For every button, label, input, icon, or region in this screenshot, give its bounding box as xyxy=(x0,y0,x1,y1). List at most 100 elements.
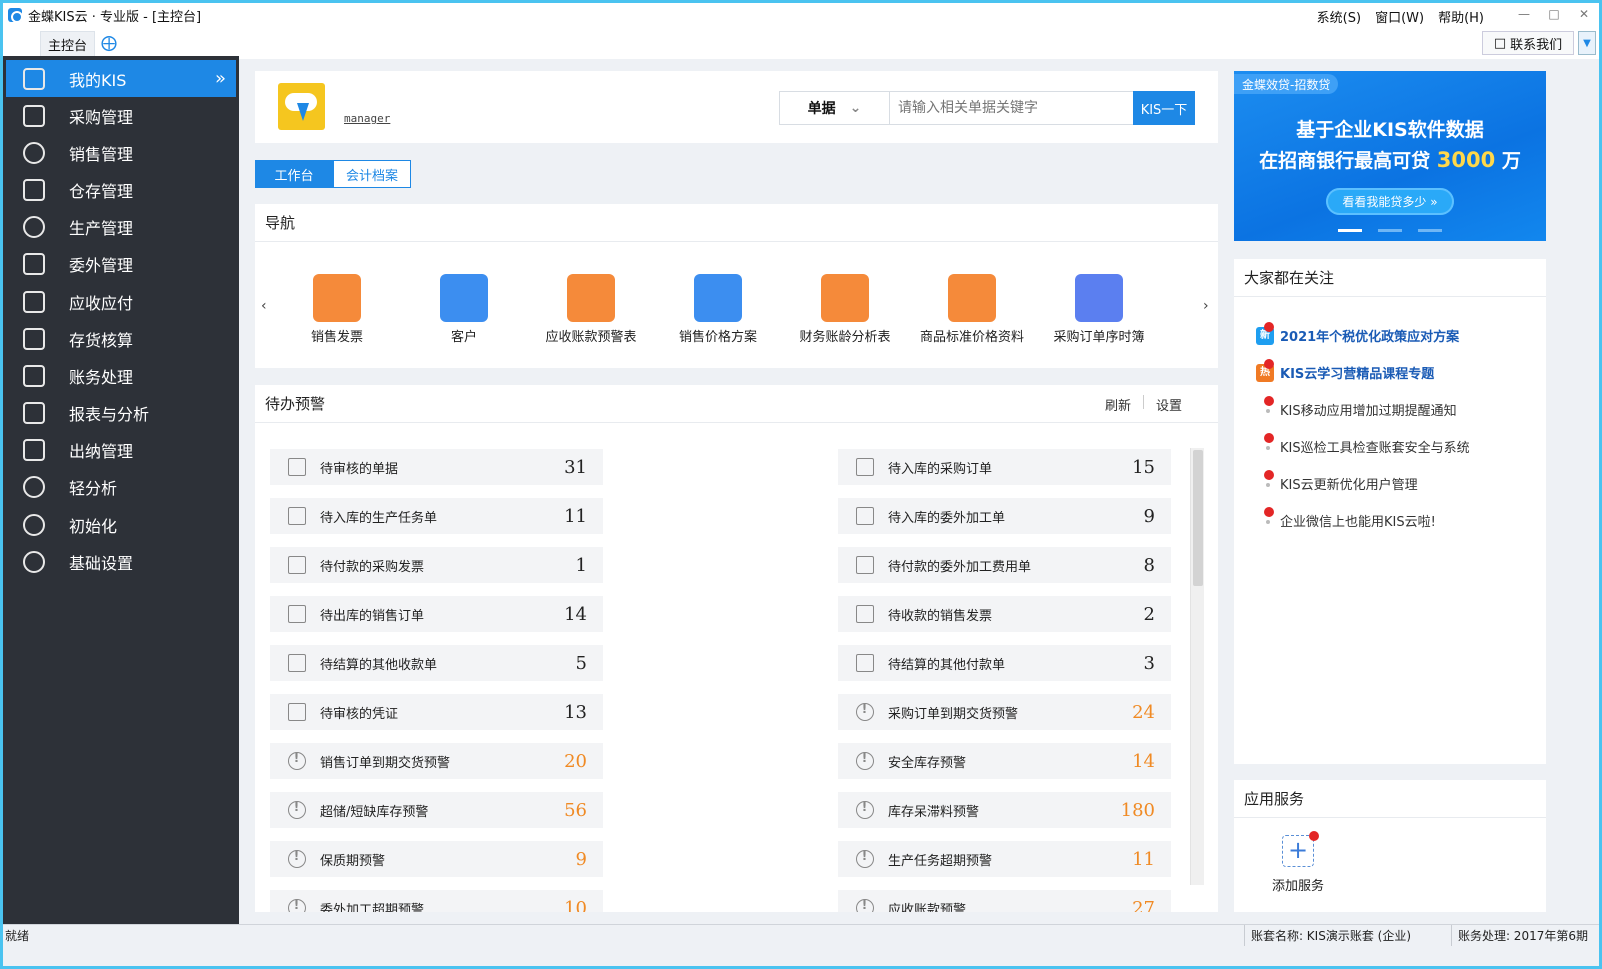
nav-item-customer[interactable]: 客户 xyxy=(399,274,529,345)
sidebar-item-outsource[interactable]: 委外管理 xyxy=(3,246,239,283)
todo-item[interactable]: 应收账款预警 27 xyxy=(838,890,1171,912)
focus-item[interactable]: 企业微信上也能用KIS云啦! xyxy=(1256,502,1541,539)
todo-item-count[interactable]: 14 xyxy=(1132,751,1155,772)
sidebar-item-report[interactable]: 报表与分析 xyxy=(3,395,239,432)
search-type-select[interactable]: 单据 ⌄ xyxy=(780,92,890,124)
scrollbar-thumb[interactable] xyxy=(1193,450,1203,586)
loan-banner[interactable]: 金蝶效贷-招数贷 基于企业KIS软件数据 在招商银行最高可贷 3000 万 看看… xyxy=(1234,71,1546,241)
tab-accounting-archive[interactable]: 会计档案 xyxy=(333,160,411,188)
document-clock-icon xyxy=(288,703,306,721)
nav-item-price-plan[interactable]: 销售价格方案 xyxy=(653,274,783,345)
subtab-bar: 工作台 会计档案 xyxy=(255,160,411,188)
todo-item[interactable]: 委外加工超期预警 10 xyxy=(270,890,603,912)
sidebar-item-production[interactable]: 生产管理 xyxy=(3,209,239,246)
sidebar-item-purchase[interactable]: 采购管理 xyxy=(3,97,239,134)
todo-item-count[interactable]: 13 xyxy=(564,702,587,723)
todo-item[interactable]: 待收款的销售发票 2 xyxy=(838,596,1171,632)
todo-item[interactable]: 库存呆滞料预警 180 xyxy=(838,792,1171,828)
nav-item-sales-invoice[interactable]: 销售发票 xyxy=(272,274,402,345)
carousel-dot[interactable] xyxy=(1418,229,1442,232)
search-input[interactable] xyxy=(890,92,1133,124)
add-tab-icon[interactable]: ⨁ xyxy=(101,35,117,51)
tab-dropdown-icon[interactable]: ▼ xyxy=(1578,31,1596,55)
todo-item-count[interactable]: 10 xyxy=(564,898,587,913)
menu-system[interactable]: 系统(S) xyxy=(1317,7,1361,26)
todo-item-count[interactable]: 27 xyxy=(1132,898,1155,913)
banner-cta-button[interactable]: 看看我能贷多少 » xyxy=(1326,188,1454,215)
nav-next-icon[interactable]: › xyxy=(1203,298,1209,314)
todo-item-count[interactable]: 9 xyxy=(1144,506,1155,527)
todo-item-count[interactable]: 8 xyxy=(1144,555,1155,576)
todo-item-count[interactable]: 3 xyxy=(1144,653,1155,674)
todo-item[interactable]: 生产任务超期预警 11 xyxy=(838,841,1171,877)
minimize-icon[interactable]: — xyxy=(1509,3,1539,25)
nav-prev-icon[interactable]: ‹ xyxy=(261,298,267,314)
todo-item[interactable]: 销售订单到期交货预警 20 xyxy=(270,743,603,779)
focus-item[interactable]: 热 KIS云学习营精品课程专题 xyxy=(1256,354,1541,391)
todo-item[interactable]: 安全库存预警 14 xyxy=(838,743,1171,779)
todo-item-count[interactable]: 2 xyxy=(1144,604,1155,625)
sidebar-item-settings[interactable]: 基础设置 xyxy=(3,543,239,580)
todo-item-count[interactable]: 24 xyxy=(1132,702,1155,723)
contact-us-button[interactable]: □ 联系我们 xyxy=(1482,31,1574,55)
sidebar-item-receivable[interactable]: 应收应付 xyxy=(3,283,239,320)
todo-item[interactable]: 待付款的采购发票 1 xyxy=(270,547,603,583)
close-icon[interactable]: ✕ xyxy=(1569,3,1599,25)
todo-item[interactable]: 待结算的其他付款单 3 xyxy=(838,645,1171,681)
double-chevron-right-icon[interactable]: » xyxy=(215,68,226,89)
sidebar-item-analysis[interactable]: 轻分析 xyxy=(3,469,239,506)
focus-item[interactable]: KIS移动应用增加过期提醒通知 xyxy=(1256,391,1541,428)
todo-item-count[interactable]: 9 xyxy=(576,849,587,870)
todo-item[interactable]: 待审核的凭证 13 xyxy=(270,694,603,730)
production-icon xyxy=(23,216,45,239)
todo-item[interactable]: 待入库的采购订单 15 xyxy=(838,449,1171,485)
sidebar-item-my-kis[interactable]: 我的KIS » xyxy=(6,60,236,97)
tab-workbench[interactable]: 工作台 xyxy=(255,160,333,188)
todo-item[interactable]: 超储/短缺库存预警 56 xyxy=(270,792,603,828)
nav-item-purchase-order-list[interactable]: 采购订单序时簿 xyxy=(1034,274,1164,345)
refresh-button[interactable]: 刷新 xyxy=(1105,395,1131,414)
sidebar-item-cashier[interactable]: 出纳管理 xyxy=(3,432,239,469)
search-button[interactable]: KIS一下 xyxy=(1133,91,1195,125)
username-link[interactable]: manager xyxy=(344,112,390,125)
todo-item[interactable]: 待审核的单据 31 xyxy=(270,449,603,485)
sidebar-item-warehouse[interactable]: 仓存管理 xyxy=(3,171,239,208)
todo-item-count[interactable]: 31 xyxy=(564,457,587,478)
sidebar-item-ledger[interactable]: 账务处理 xyxy=(3,357,239,394)
todo-item[interactable]: 采购订单到期交货预警 24 xyxy=(838,694,1171,730)
nav-item-aging-analysis[interactable]: 财务账龄分析表 xyxy=(780,274,910,345)
focus-item[interactable]: KIS云更新优化用户管理 xyxy=(1256,465,1541,502)
todo-item-count[interactable]: 56 xyxy=(564,800,587,821)
todo-item-count[interactable]: 15 xyxy=(1132,457,1155,478)
todo-item-count[interactable]: 5 xyxy=(576,653,587,674)
tab-main-console[interactable]: 主控台 xyxy=(40,31,95,57)
todo-item[interactable]: 待入库的生产任务单 11 xyxy=(270,498,603,534)
settings-button[interactable]: 设置 xyxy=(1156,395,1182,414)
todo-item-count[interactable]: 11 xyxy=(1132,849,1155,870)
menu-window[interactable]: 窗口(W) xyxy=(1375,7,1424,26)
sidebar-item-init[interactable]: 初始化 xyxy=(3,506,239,543)
todo-item[interactable]: 保质期预警 9 xyxy=(270,841,603,877)
focus-item[interactable]: 新 2021年个税优化政策应对方案 xyxy=(1256,317,1541,354)
nav-item-receivable-warning[interactable]: 应收账款预警表 xyxy=(526,274,656,345)
sidebar-item-inventory[interactable]: 存货核算 xyxy=(3,320,239,357)
todo-item-count[interactable]: 11 xyxy=(564,506,587,527)
sidebar-item-sales[interactable]: 销售管理 xyxy=(3,134,239,171)
todo-item-count[interactable]: 20 xyxy=(564,751,587,772)
menu-help[interactable]: 帮助(H) xyxy=(1438,7,1484,26)
add-service-button[interactable]: + xyxy=(1282,835,1314,867)
add-service-label: 添加服务 xyxy=(1272,879,1325,894)
maximize-icon[interactable]: □ xyxy=(1539,3,1569,25)
todo-scrollbar[interactable] xyxy=(1190,448,1204,885)
todo-item-count[interactable]: 1 xyxy=(576,555,587,576)
todo-item[interactable]: 待出库的销售订单 14 xyxy=(270,596,603,632)
todo-item-count[interactable]: 14 xyxy=(564,604,587,625)
todo-item[interactable]: 待结算的其他收款单 5 xyxy=(270,645,603,681)
nav-item-standard-price[interactable]: 商品标准价格资料 xyxy=(907,274,1037,345)
todo-item[interactable]: 待付款的委外加工费用单 8 xyxy=(838,547,1171,583)
focus-item[interactable]: KIS巡检工具检查账套安全与系统 xyxy=(1256,428,1541,465)
carousel-dot[interactable] xyxy=(1378,229,1402,232)
carousel-dot[interactable] xyxy=(1338,229,1362,232)
todo-item[interactable]: 待入库的委外加工单 9 xyxy=(838,498,1171,534)
todo-item-count[interactable]: 180 xyxy=(1121,800,1155,821)
